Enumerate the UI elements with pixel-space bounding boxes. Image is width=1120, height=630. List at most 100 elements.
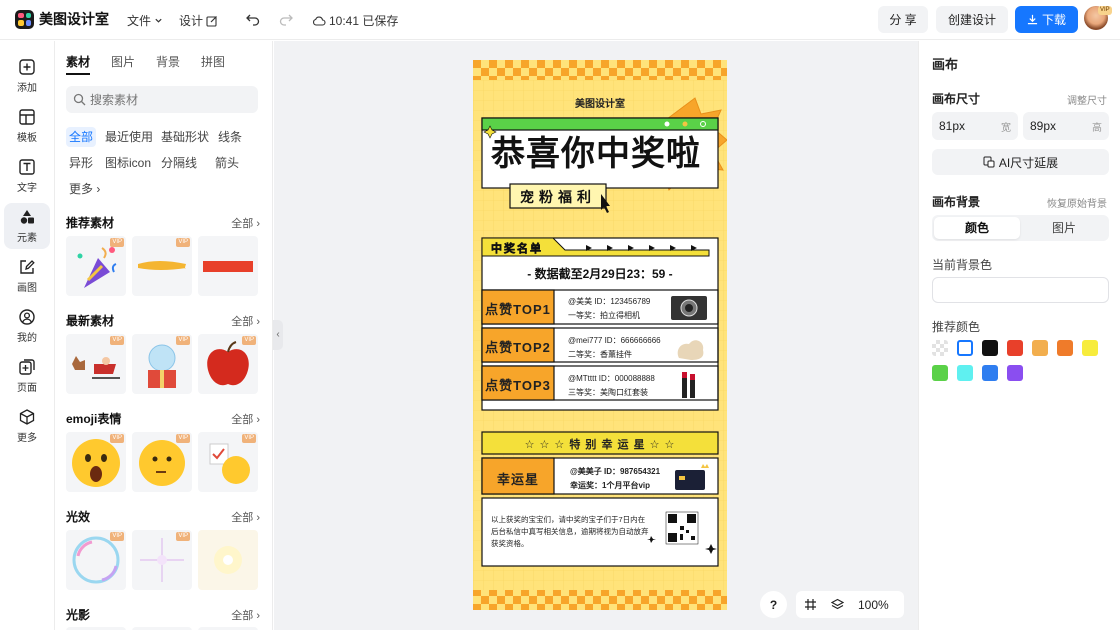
asset-thumb-red-bar[interactable] (198, 236, 258, 296)
design-menu[interactable]: 设计 (179, 12, 218, 29)
bg-image-option[interactable]: 图片 (1021, 217, 1107, 239)
file-menu[interactable]: 文件 (127, 12, 163, 29)
winner-rank[interactable]: 点赞TOP1 (482, 299, 554, 318)
asset-thumb-glow[interactable] (198, 530, 258, 590)
section-all-link[interactable]: 全部 › (231, 215, 260, 231)
avatar-vip-badge: VIP (1098, 6, 1112, 15)
ai-extend-button[interactable]: AI尺寸延展 (932, 149, 1109, 175)
nav-item-page[interactable]: 页面 (4, 353, 50, 399)
nav-item-text[interactable]: 文字 (4, 153, 50, 199)
swatch-blue[interactable] (982, 365, 998, 381)
asset-thumb-emoji-check[interactable]: VIP (198, 432, 258, 492)
grid-icon[interactable] (804, 598, 817, 611)
winner-user[interactable]: @美美 ID：123456789 (568, 296, 650, 307)
width-field[interactable]: 81px 宽 (932, 112, 1018, 140)
swatch-transparent[interactable] (932, 340, 948, 356)
undo-icon[interactable] (245, 11, 261, 27)
height-field[interactable]: 89px 高 (1023, 112, 1109, 140)
winner-prize[interactable]: 三等奖：美陶口红套装 (568, 387, 648, 398)
chip-all[interactable]: 全部 (66, 127, 97, 147)
swatch-yellow[interactable] (1082, 340, 1098, 356)
winner-user[interactable]: @mei777 ID：666666666 (568, 335, 661, 346)
vip-badge: VIP (110, 532, 124, 541)
section-all-label: 全部 (231, 218, 254, 230)
asset-thumb-emoji-thinking[interactable]: VIP (132, 432, 192, 492)
asset-thumb-bubble[interactable]: VIP (66, 530, 126, 590)
nav-item-elements[interactable]: 元素 (4, 203, 50, 249)
left-nav: 添加 模板 文字 元素 画图 我的 页面 更多 (0, 41, 55, 630)
asset-thumb-apple[interactable]: VIP (198, 334, 258, 394)
chip-recent[interactable]: 最近使用 (102, 127, 156, 147)
layers-icon[interactable] (831, 598, 844, 611)
lucky-prize[interactable]: 幸运奖：1个月平台vip (570, 480, 650, 491)
swatch-red[interactable] (1007, 340, 1023, 356)
asset-thumb-sparkle[interactable]: VIP (132, 530, 192, 590)
section-all-link[interactable]: 全部 › (231, 411, 260, 427)
poster-deadline[interactable]: - 数据截至2月29日23：59 - (482, 265, 718, 282)
winner-prize[interactable]: 二等奖：香薰挂件 (568, 349, 632, 360)
poster-headline[interactable]: 恭喜你中奖啦 (491, 134, 701, 174)
chip-irregular[interactable]: 异形 (66, 153, 96, 173)
help-button[interactable]: ? (760, 591, 787, 618)
poster-subtitle[interactable]: 宠粉福利 (510, 187, 606, 207)
tab-collage[interactable]: 拼图 (201, 53, 225, 75)
nav-item-template[interactable]: 模板 (4, 103, 50, 149)
section-all-link[interactable]: 全部 › (231, 607, 260, 623)
app-logo[interactable]: 美图设计室 (15, 9, 109, 29)
zoom-level[interactable]: 100% (858, 598, 889, 612)
lucky-user[interactable]: @美美子 ID：987654321 (570, 466, 660, 477)
bg-color-option[interactable]: 颜色 (934, 217, 1020, 239)
winner-rank[interactable]: 点赞TOP2 (482, 337, 554, 356)
poster-brand[interactable]: 美图设计室 (473, 95, 727, 110)
section-all-link[interactable]: 全部 › (231, 509, 260, 525)
nav-item-more[interactable]: 更多 (4, 403, 50, 449)
edit-icon (206, 15, 217, 27)
search-input[interactable] (66, 86, 258, 113)
bg-type-toggle: 颜色 图片 (932, 215, 1109, 241)
winner-user[interactable]: @MTtttt ID：000088888 (568, 373, 655, 384)
swatch-orange[interactable] (1057, 340, 1073, 356)
chip-lines[interactable]: 线条 (215, 127, 245, 147)
swatch-white[interactable] (957, 340, 973, 356)
asset-thumb-snowglobe-gift[interactable]: VIP (132, 334, 192, 394)
winner-rank[interactable]: 点赞TOP3 (482, 375, 554, 394)
winner-prize[interactable]: 一等奖：拍立得相机 (568, 310, 640, 321)
asset-thumb-sleigh[interactable]: VIP (66, 334, 126, 394)
poster-notice[interactable]: 以上获奖的宝宝们，请中奖的宝子们于7日内在后台私信中真写相关信息，逾期将视为自动… (491, 514, 651, 550)
asset-thumb-brush-stroke[interactable]: VIP (132, 236, 192, 296)
asset-thumb-emoji-shocked[interactable]: VIP (66, 432, 126, 492)
swatch-light-orange[interactable] (1032, 340, 1048, 356)
design-canvas[interactable]: 美图设计室 恭喜你中奖啦 宠粉福利 中奖名单 - 数据截至2月29日23：59 … (473, 60, 727, 610)
chip-icons[interactable]: 图标icon (102, 153, 154, 173)
collapse-panel-button[interactable]: ‹ (273, 320, 283, 350)
asset-thumb-party-popper[interactable]: VIP (66, 236, 126, 296)
current-bg-color[interactable] (932, 277, 1109, 303)
chip-arrows[interactable]: 箭头 (212, 153, 242, 173)
swatch-purple[interactable] (1007, 365, 1023, 381)
section-all-link[interactable]: 全部 › (231, 313, 260, 329)
special-lucky-title[interactable]: ☆ ☆ ☆ 特 别 幸 运 星 ☆ ☆ (482, 436, 718, 452)
tab-images[interactable]: 图片 (111, 53, 135, 75)
logo-icon (15, 9, 34, 29)
nav-item-draw[interactable]: 画图 (4, 253, 50, 299)
section-title: 光影 (66, 608, 91, 622)
chip-basic-shapes[interactable]: 基础形状 (158, 127, 212, 147)
create-design-button[interactable]: 创建设计 (936, 6, 1008, 33)
redo-icon[interactable] (278, 11, 294, 27)
swatch-black[interactable] (982, 340, 998, 356)
share-button[interactable]: 分 享 (878, 6, 928, 33)
nav-item-add[interactable]: 添加 (4, 53, 50, 99)
chip-more[interactable]: 更多 › (66, 179, 103, 199)
chip-dividers[interactable]: 分隔线 (158, 153, 200, 173)
tab-backgrounds[interactable]: 背景 (156, 53, 180, 75)
download-button[interactable]: 下载 (1015, 6, 1078, 33)
nav-item-mine[interactable]: 我的 (4, 303, 50, 349)
restore-bg-link[interactable]: 恢复原始背景 (1047, 195, 1107, 210)
glow-light-icon (214, 546, 242, 574)
swatch-cyan[interactable] (957, 365, 973, 381)
lucky-rank[interactable]: 幸运星 (482, 469, 554, 488)
tab-materials[interactable]: 素材 (66, 53, 91, 75)
adjust-size-link[interactable]: 调整尺寸 (1067, 92, 1107, 107)
swatch-green[interactable] (932, 365, 948, 381)
winner-list-tag[interactable]: 中奖名单 (491, 240, 543, 256)
